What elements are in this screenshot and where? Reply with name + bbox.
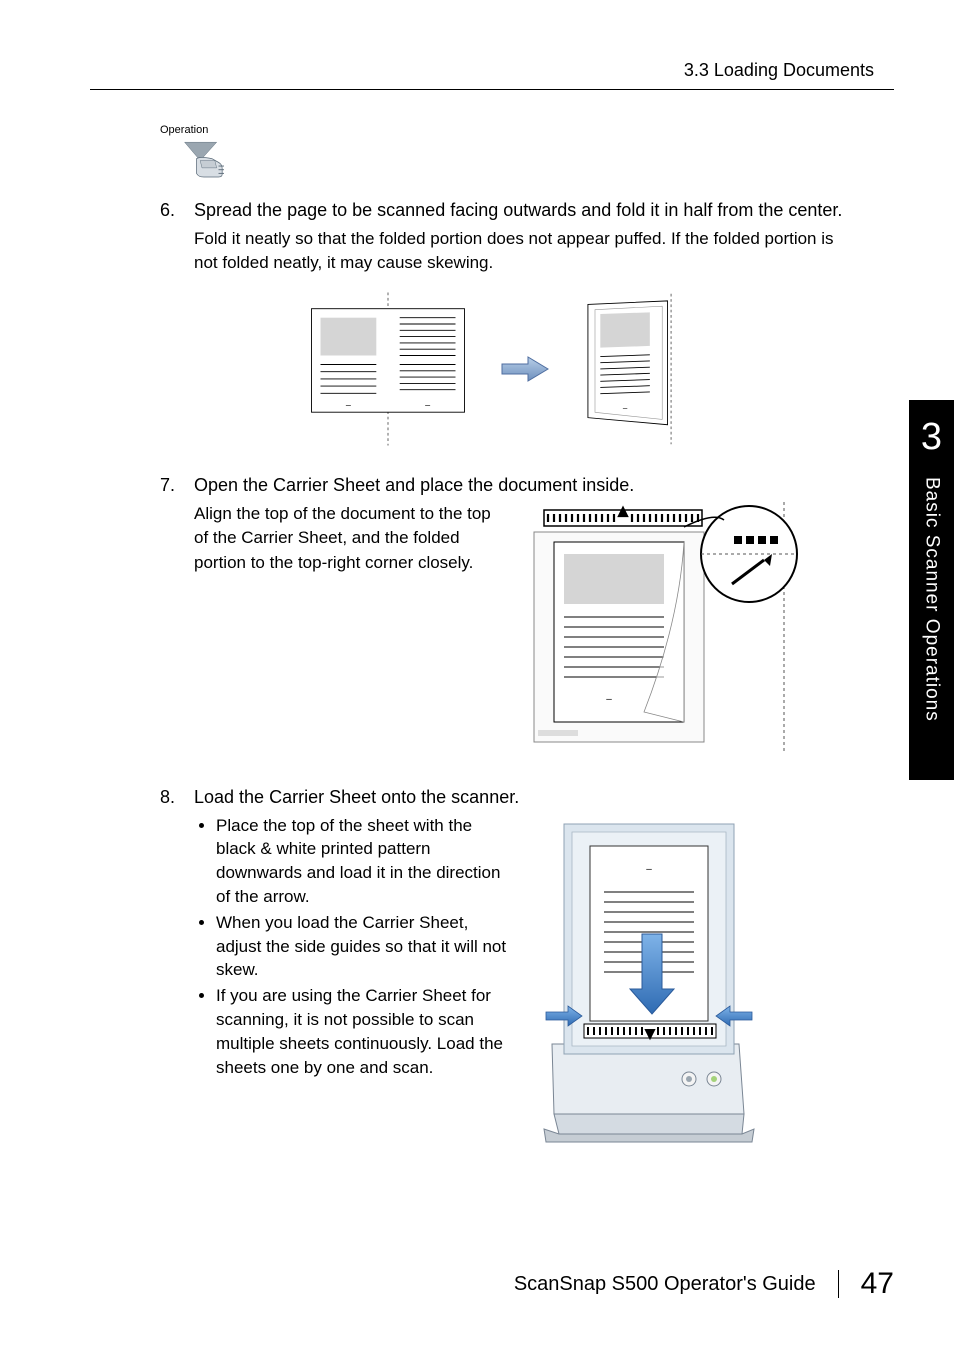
step-number: 8. (160, 787, 194, 808)
page-number: 47 (861, 1267, 894, 1301)
step-title: Open the Carrier Sheet and place the doc… (194, 475, 634, 496)
step-body: Fold it neatly so that the folded portio… (194, 227, 834, 275)
list-item: Place the top of the sheet with the blac… (216, 814, 514, 909)
step-title: Spread the page to be scanned facing out… (194, 200, 842, 221)
operation-label: Operation (160, 124, 208, 136)
list-item: When you load the Carrier Sheet, adjust … (216, 911, 514, 982)
svg-text:–: – (646, 864, 652, 875)
svg-text:–: – (606, 694, 612, 705)
chapter-title: Basic Scanner Operations (921, 477, 943, 722)
carrier-sheet-figure: – (524, 502, 854, 757)
spread-page-figure: – – (298, 289, 478, 449)
header-rule (90, 89, 894, 90)
chapter-number: 3 (921, 416, 942, 459)
step-body: Align the top of the document to the top… (194, 502, 504, 576)
list-item: If you are using the Carrier Sheet for s… (216, 984, 514, 1079)
scanner-icon (180, 140, 235, 182)
figure-fold: – – (90, 289, 894, 449)
footer-doc-title: ScanSnap S500 Operator's Guide (514, 1273, 816, 1296)
step-7: 7. Open the Carrier Sheet and place the … (160, 475, 894, 496)
step8-bullets: Place the top of the sheet with the blac… (194, 814, 514, 1082)
folded-page-figure: – (572, 289, 687, 449)
footer-divider (838, 1270, 839, 1298)
svg-text:–: – (425, 399, 430, 409)
svg-text:–: – (345, 399, 350, 409)
step-number: 6. (160, 200, 194, 221)
step-6: 6. Spread the page to be scanned facing … (160, 200, 894, 221)
step-title: Load the Carrier Sheet onto the scanner. (194, 787, 519, 808)
step-number: 7. (160, 475, 194, 496)
step-8: 8. Load the Carrier Sheet onto the scann… (160, 787, 894, 808)
svg-text:–: – (622, 403, 627, 412)
header-section-title: 3.3 Loading Documents (90, 60, 894, 89)
operation-block: Operation (160, 120, 894, 182)
scanner-load-figure: – (534, 814, 764, 1159)
arrow-right-icon (500, 354, 550, 384)
footer: ScanSnap S500 Operator's Guide 47 (514, 1267, 894, 1301)
chapter-tab: 3 Basic Scanner Operations (909, 400, 954, 780)
